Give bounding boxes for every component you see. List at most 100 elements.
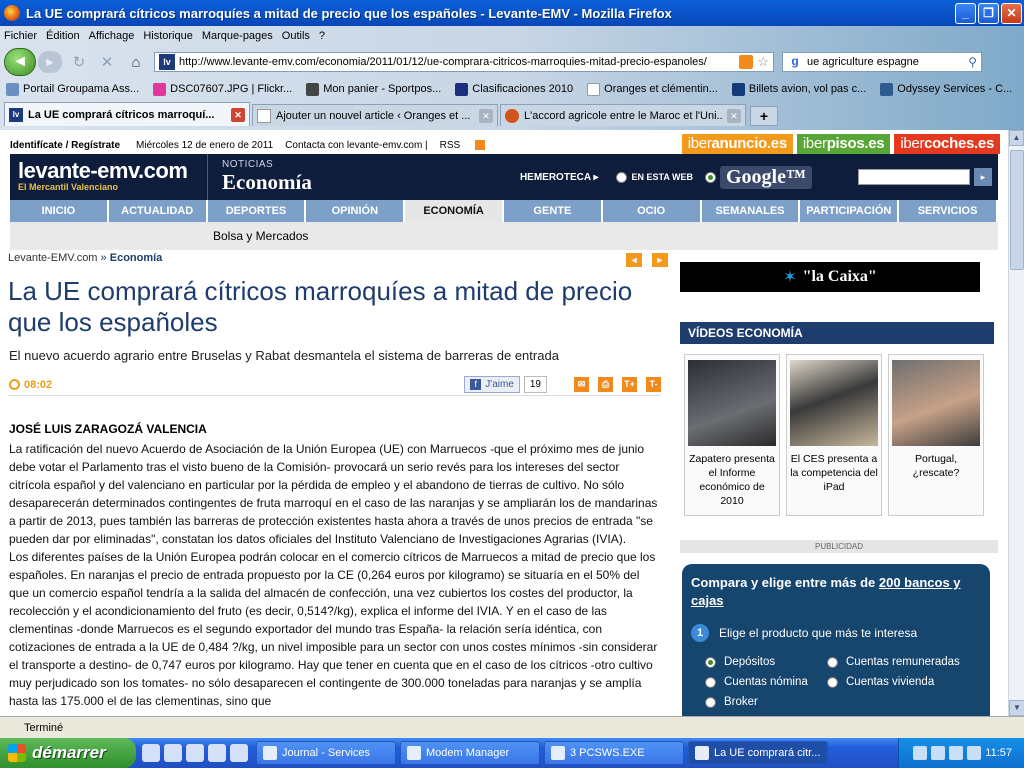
video-thumbnail[interactable] xyxy=(688,360,776,446)
google-option[interactable]: Google™ xyxy=(705,165,846,189)
contact-link[interactable]: Contacta con levante-emv.com | xyxy=(285,140,427,151)
iber-anuncio-link[interactable]: iberanuncio.es xyxy=(681,134,793,154)
bookmark-star-icon[interactable]: ☆ xyxy=(757,54,769,70)
maximize-button[interactable]: ❐ xyxy=(978,2,999,24)
video-caption[interactable]: Zapatero presenta el Informe económico d… xyxy=(685,452,779,508)
quick-launch-icon[interactable] xyxy=(186,744,204,762)
la-caixa-ad[interactable]: ✶ "la Caixa" xyxy=(680,262,980,292)
option-cuentas-vivienda[interactable]: Cuentas vivienda xyxy=(827,676,987,688)
url-bar[interactable]: lv http://www.levante-emv.com/economia/2… xyxy=(154,52,774,72)
reload-icon[interactable]: ↻ xyxy=(68,53,90,71)
start-button[interactable]: démarrer xyxy=(0,738,136,768)
option-depositos[interactable]: Depósitos xyxy=(705,656,827,668)
nav-deportes[interactable]: DEPORTES xyxy=(207,200,307,222)
task-firefox[interactable]: La UE comprará citr... xyxy=(688,741,828,765)
tray-icon[interactable] xyxy=(967,746,982,760)
tab-ajouter-article[interactable]: Ajouter un nouvel article ‹ Oranges et .… xyxy=(252,104,498,126)
login-link[interactable]: Identifícate / Regístrate xyxy=(10,140,120,151)
radio-icon[interactable] xyxy=(705,676,716,688)
text-larger-icon[interactable]: T+ xyxy=(622,377,637,392)
forward-button[interactable]: ► xyxy=(38,51,62,73)
video-item[interactable]: Portugal, ¿rescate? xyxy=(888,354,984,516)
email-icon[interactable]: ✉ xyxy=(574,377,589,392)
en-esta-web-option[interactable]: EN ESTA WEB xyxy=(616,171,693,183)
bookmark-oranges[interactable]: Oranges et clémentin... xyxy=(587,82,718,96)
tab-close-icon[interactable]: ✕ xyxy=(727,108,741,123)
bookmark-sportpost[interactable]: Mon panier - Sportpos... xyxy=(306,82,441,96)
video-item[interactable]: Zapatero presenta el Informe económico d… xyxy=(684,354,780,516)
site-logo[interactable]: levante-emv.com El Mercantil Valenciano xyxy=(10,154,208,200)
iber-coches-link[interactable]: ibercoches.es xyxy=(894,134,1000,154)
radio-icon[interactable] xyxy=(827,656,838,668)
scroll-down-arrow-icon[interactable]: ▼ xyxy=(1009,700,1024,716)
video-thumbnail[interactable] xyxy=(892,360,980,446)
menu-marque-pages[interactable]: Marque-pages xyxy=(202,30,273,42)
quick-launch-icon[interactable] xyxy=(230,744,248,762)
nav-servicios[interactable]: SERVICIOS xyxy=(899,200,998,222)
menu-outils[interactable]: Outils xyxy=(282,30,310,42)
menu-historique[interactable]: Historique xyxy=(143,30,193,42)
nav-inicio[interactable]: INICIO xyxy=(10,200,109,222)
vertical-scrollbar[interactable]: ▲ ▼ xyxy=(1008,130,1024,716)
search-bar[interactable]: g ue agriculture espagne ⚲ xyxy=(782,52,982,72)
tab-levante-article[interactable]: lv La UE comprará cítricos marroquí... ✕ xyxy=(4,102,250,126)
radio-icon[interactable] xyxy=(705,696,716,708)
search-magnifier-icon[interactable]: ⚲ xyxy=(968,55,977,69)
print-icon[interactable]: ⎙ xyxy=(598,377,613,392)
tab-accord-agricole[interactable]: L'accord agricole entre le Maroc et l'Un… xyxy=(500,104,746,126)
tray-icon[interactable] xyxy=(931,746,946,760)
back-button[interactable]: ◄ xyxy=(4,48,36,76)
nav-semanales[interactable]: SEMANALES xyxy=(701,200,801,222)
option-cuentas-remuneradas[interactable]: Cuentas remuneradas xyxy=(827,656,987,668)
breadcrumb-home[interactable]: Levante-EMV.com xyxy=(8,252,97,264)
menu-help[interactable]: ? xyxy=(319,30,325,42)
bookmark-flickr[interactable]: DSC07607.JPG | Flickr... xyxy=(153,82,292,96)
menu-edition[interactable]: Édition xyxy=(46,30,80,42)
nav-ocio[interactable]: OCIO xyxy=(602,200,702,222)
stop-icon[interactable]: ✕ xyxy=(96,53,118,71)
quick-launch-icon[interactable] xyxy=(164,744,182,762)
nav-actualidad[interactable]: ACTUALIDAD xyxy=(108,200,208,222)
prev-article-arrow-icon[interactable]: ◄ xyxy=(626,253,642,267)
site-search-input[interactable] xyxy=(858,169,970,185)
breadcrumb-economia[interactable]: Economía xyxy=(110,252,163,264)
video-item[interactable]: El CES presenta a la competencia del iPa… xyxy=(786,354,882,516)
subnav-bolsa-mercados[interactable]: Bolsa y Mercados xyxy=(213,229,308,243)
task-modem-manager[interactable]: Modem Manager xyxy=(400,741,540,765)
clock[interactable]: 11:57 xyxy=(985,747,1012,759)
scroll-up-arrow-icon[interactable]: ▲ xyxy=(1009,130,1024,146)
nav-gente[interactable]: GENTE xyxy=(503,200,603,222)
tab-close-icon[interactable]: ✕ xyxy=(479,108,493,123)
tray-icon[interactable] xyxy=(913,746,928,760)
hemeroteca-link[interactable]: HEMEROTECA ▸ xyxy=(520,172,599,183)
text-smaller-icon[interactable]: T- xyxy=(646,377,661,392)
bookmark-billets-avion[interactable]: Billets avion, vol pas c... xyxy=(731,82,866,96)
nav-participacion[interactable]: PARTICIPACIÓN xyxy=(800,200,900,222)
site-search-button[interactable]: ▸ xyxy=(974,168,992,186)
tab-close-icon[interactable]: ✕ xyxy=(231,107,245,122)
video-caption[interactable]: Portugal, ¿rescate? xyxy=(889,452,983,480)
close-button[interactable]: ✕ xyxy=(1001,2,1022,24)
next-article-arrow-icon[interactable]: ► xyxy=(652,253,668,267)
bookmark-clasificaciones[interactable]: Clasificaciones 2010 xyxy=(455,82,573,96)
menu-fichier[interactable]: Fichier xyxy=(4,30,37,42)
bookmark-groupama[interactable]: Portail Groupama Ass... xyxy=(6,82,139,96)
quick-launch-icon[interactable] xyxy=(208,744,226,762)
radio-icon[interactable] xyxy=(827,676,838,688)
rss-feed-icon[interactable] xyxy=(739,55,754,69)
quick-launch-icon[interactable] xyxy=(142,744,160,762)
video-caption[interactable]: El CES presenta a la competencia del iPa… xyxy=(787,452,881,494)
tray-icon[interactable] xyxy=(949,746,964,760)
menu-affichage[interactable]: Affichage xyxy=(89,30,135,42)
option-cuentas-nomina[interactable]: Cuentas nómina xyxy=(705,676,827,688)
scroll-thumb[interactable] xyxy=(1010,150,1024,270)
minimize-button[interactable]: _ xyxy=(955,2,976,24)
iber-pisos-link[interactable]: iberpisos.es xyxy=(796,134,891,154)
google-search-engine-icon[interactable]: g xyxy=(787,54,803,70)
bookmark-odyssey[interactable]: Odyssey Services - C... xyxy=(880,82,1012,96)
url-text[interactable]: http://www.levante-emv.com/economia/2011… xyxy=(179,56,739,68)
option-broker[interactable]: Broker xyxy=(705,696,827,708)
task-pcsws[interactable]: 3 PCSWS.EXE xyxy=(544,741,684,765)
video-thumbnail[interactable] xyxy=(790,360,878,446)
facebook-like-button[interactable]: f J'aime xyxy=(464,376,520,393)
